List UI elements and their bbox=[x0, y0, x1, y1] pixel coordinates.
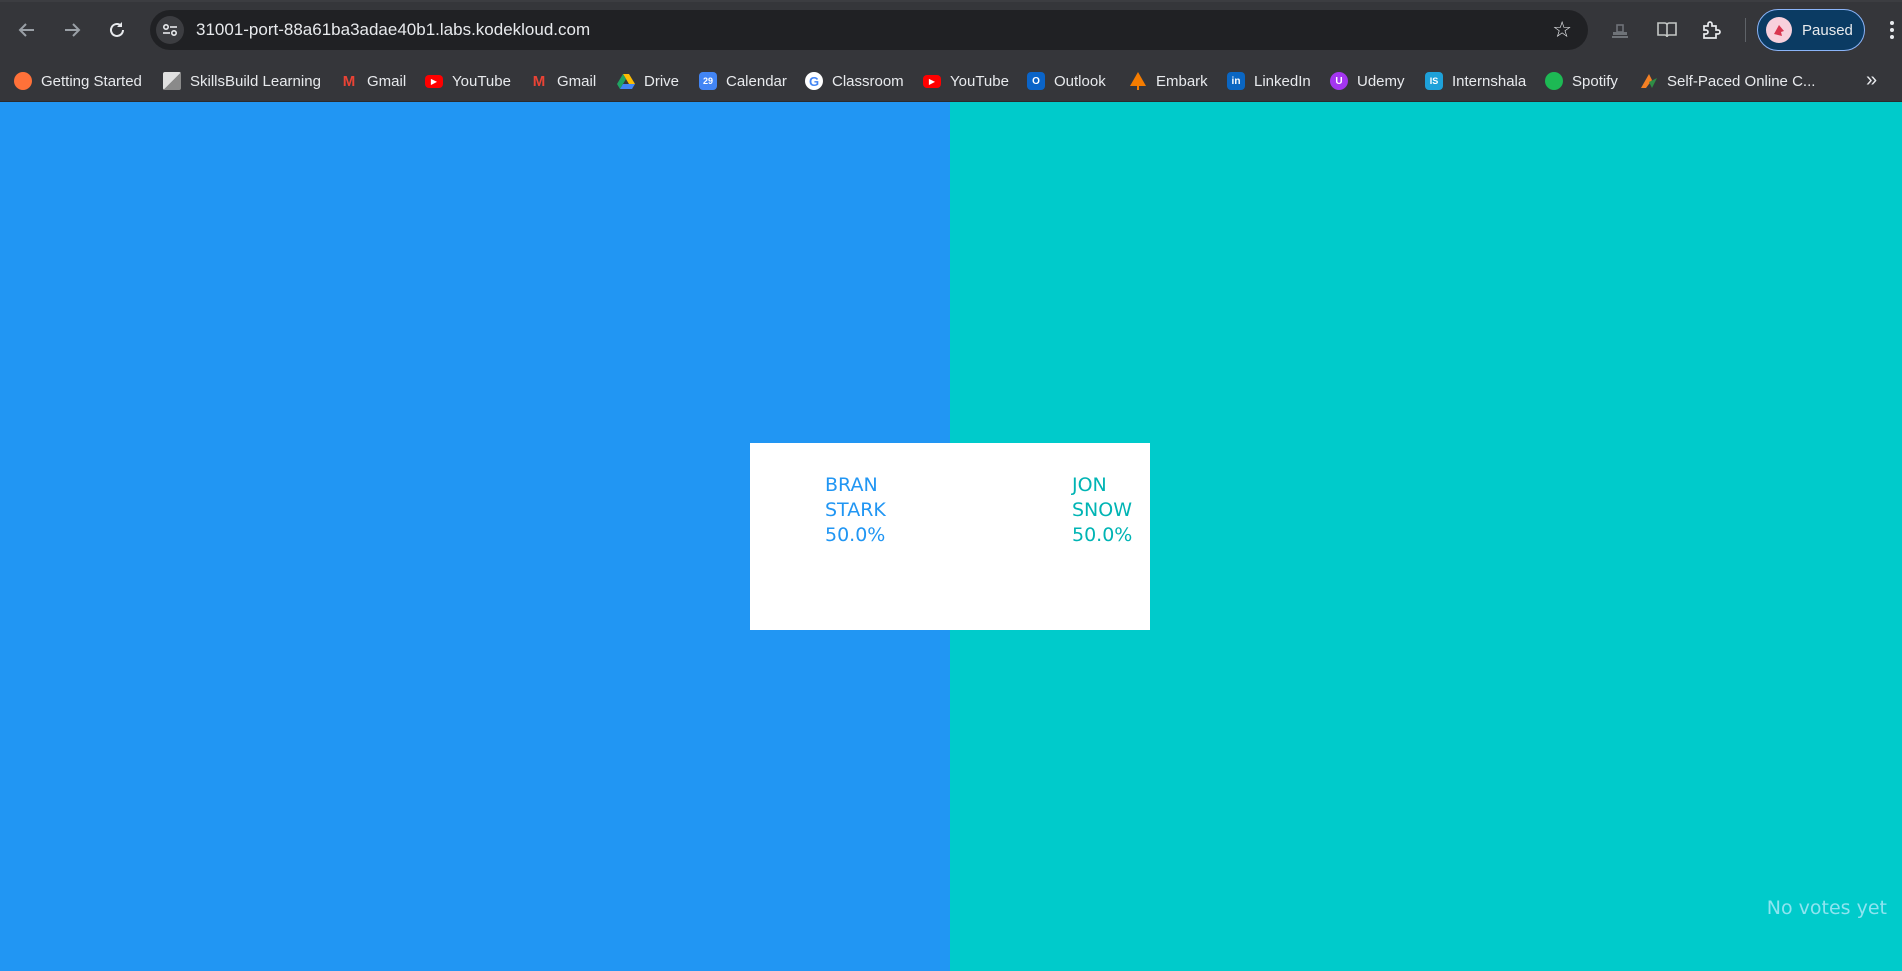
firefox-icon bbox=[14, 72, 32, 90]
results-card: BRAN STARK 50.0% JON SNOW 50.0% bbox=[750, 443, 1150, 630]
youtube-icon: ▶ bbox=[425, 74, 443, 88]
bookmark-label: Internshala bbox=[1452, 72, 1527, 90]
bookmark-label: Embark bbox=[1156, 72, 1208, 90]
google-icon: G bbox=[805, 72, 823, 90]
bookmark-youtube-2[interactable]: ▶ YouTube bbox=[923, 68, 1009, 94]
forward-button[interactable] bbox=[55, 13, 89, 47]
browser-toolbar: 31001-port-88a61ba3adae40b1.labs.kodeklo… bbox=[0, 0, 1902, 61]
bookmark-label: Gmail bbox=[557, 72, 597, 90]
bookmark-label: YouTube bbox=[452, 72, 511, 90]
menu-dot-icon bbox=[1890, 35, 1894, 39]
tab-strip-edge bbox=[0, 0, 1902, 2]
bookmark-label: Drive bbox=[644, 72, 680, 90]
bookmark-internshala[interactable]: IS Internshala bbox=[1425, 68, 1526, 94]
reload-button[interactable] bbox=[100, 13, 134, 47]
tune-icon bbox=[162, 23, 178, 37]
bookmark-label: SkillsBuild Learning bbox=[190, 72, 321, 90]
outlook-icon: O bbox=[1027, 72, 1045, 90]
back-button[interactable] bbox=[10, 13, 44, 47]
bird-icon bbox=[1774, 25, 1784, 36]
option-b-percent: 50.0% bbox=[1072, 524, 1133, 546]
profile-button[interactable]: Paused bbox=[1757, 9, 1865, 51]
bookmark-getting-started[interactable]: Getting Started bbox=[14, 68, 142, 94]
bookmark-star-icon[interactable]: ☆ bbox=[1552, 18, 1572, 42]
embark-icon bbox=[1129, 72, 1147, 90]
bookmark-calendar[interactable]: 29 Calendar bbox=[699, 68, 787, 94]
password-manager-button[interactable] bbox=[1604, 14, 1636, 46]
voting-result-page: BRAN STARK 50.0% JON SNOW 50.0% No votes… bbox=[0, 102, 1902, 971]
key-icon bbox=[1612, 24, 1628, 38]
option-a-name-line2: STARK bbox=[825, 499, 886, 521]
bookmark-self-paced[interactable]: Self-Paced Online C... bbox=[1640, 68, 1815, 94]
linkedin-icon: in bbox=[1227, 72, 1245, 90]
address-bar[interactable]: 31001-port-88a61ba3adae40b1.labs.kodeklo… bbox=[150, 10, 1588, 50]
bookmark-label: Self-Paced Online C... bbox=[1667, 72, 1816, 90]
vote-status-text: No votes yet bbox=[1766, 897, 1887, 919]
bookmark-skillsbuild[interactable]: SkillsBuild Learning bbox=[163, 68, 321, 94]
bookmark-label: Calendar bbox=[726, 72, 787, 90]
udemy-icon: U bbox=[1330, 72, 1348, 90]
bookmark-label: YouTube bbox=[950, 72, 1009, 90]
bookmark-outlook[interactable]: O Outlook bbox=[1027, 68, 1106, 94]
bookmark-label: Gmail bbox=[367, 72, 407, 90]
bookmark-gmail-2[interactable]: M Gmail bbox=[530, 68, 596, 94]
bookmark-gmail-1[interactable]: M Gmail bbox=[340, 68, 406, 94]
bookmark-classroom[interactable]: G Classroom bbox=[805, 68, 904, 94]
calendar-icon: 29 bbox=[699, 72, 717, 90]
menu-dot-icon bbox=[1890, 21, 1894, 25]
skillsbuild-icon bbox=[163, 72, 181, 90]
bookmark-label: LinkedIn bbox=[1254, 72, 1311, 90]
gfg-icon bbox=[1640, 72, 1658, 90]
toolbar-divider bbox=[1745, 18, 1746, 42]
gmail-icon: M bbox=[532, 72, 546, 90]
option-a-name-line1: BRAN bbox=[825, 474, 878, 496]
option-a-percent: 50.0% bbox=[825, 524, 886, 546]
option-b-name-line2: SNOW bbox=[1072, 499, 1133, 521]
bookmarks-bar: Getting Started SkillsBuild Learning M G… bbox=[0, 61, 1902, 102]
reading-mode-button[interactable] bbox=[1651, 14, 1683, 46]
youtube-icon: ▶ bbox=[923, 74, 941, 88]
bookmark-label: Getting Started bbox=[41, 72, 142, 90]
profile-status-label: Paused bbox=[1802, 21, 1853, 39]
bookmark-embark[interactable]: Embark bbox=[1129, 68, 1208, 94]
internshala-icon: IS bbox=[1425, 72, 1443, 90]
bookmark-label: Outlook bbox=[1054, 72, 1106, 90]
site-info-button[interactable] bbox=[156, 16, 184, 44]
bookmark-udemy[interactable]: U Udemy bbox=[1330, 68, 1405, 94]
menu-dot-icon bbox=[1890, 28, 1894, 32]
arrow-right-icon bbox=[65, 23, 81, 37]
bookmark-label: Spotify bbox=[1572, 72, 1618, 90]
url-text[interactable]: 31001-port-88a61ba3adae40b1.labs.kodeklo… bbox=[196, 20, 590, 40]
arrow-left-icon bbox=[18, 23, 34, 37]
gmail-icon: M bbox=[342, 72, 356, 90]
spotify-icon bbox=[1545, 72, 1563, 90]
option-a-result: BRAN STARK 50.0% bbox=[825, 473, 886, 548]
reload-icon bbox=[110, 22, 124, 37]
bookmark-spotify[interactable]: Spotify bbox=[1545, 68, 1618, 94]
bookmark-youtube-1[interactable]: ▶ YouTube bbox=[425, 68, 511, 94]
bookmark-linkedin[interactable]: in LinkedIn bbox=[1227, 68, 1311, 94]
bookmark-label: Udemy bbox=[1357, 72, 1405, 90]
extensions-button[interactable] bbox=[1695, 14, 1727, 46]
bookmark-drive[interactable]: Drive bbox=[617, 68, 679, 94]
more-bookmarks-chevron-icon[interactable]: » bbox=[1866, 66, 1877, 94]
book-icon bbox=[1657, 22, 1677, 38]
browser-menu-button[interactable] bbox=[1884, 14, 1900, 46]
bookmark-label: Classroom bbox=[832, 72, 904, 90]
puzzle-icon bbox=[1703, 21, 1721, 39]
drive-icon bbox=[617, 72, 635, 90]
avatar bbox=[1766, 17, 1792, 43]
option-b-name-line1: JON bbox=[1072, 474, 1107, 496]
option-b-result: JON SNOW 50.0% bbox=[1072, 473, 1132, 548]
